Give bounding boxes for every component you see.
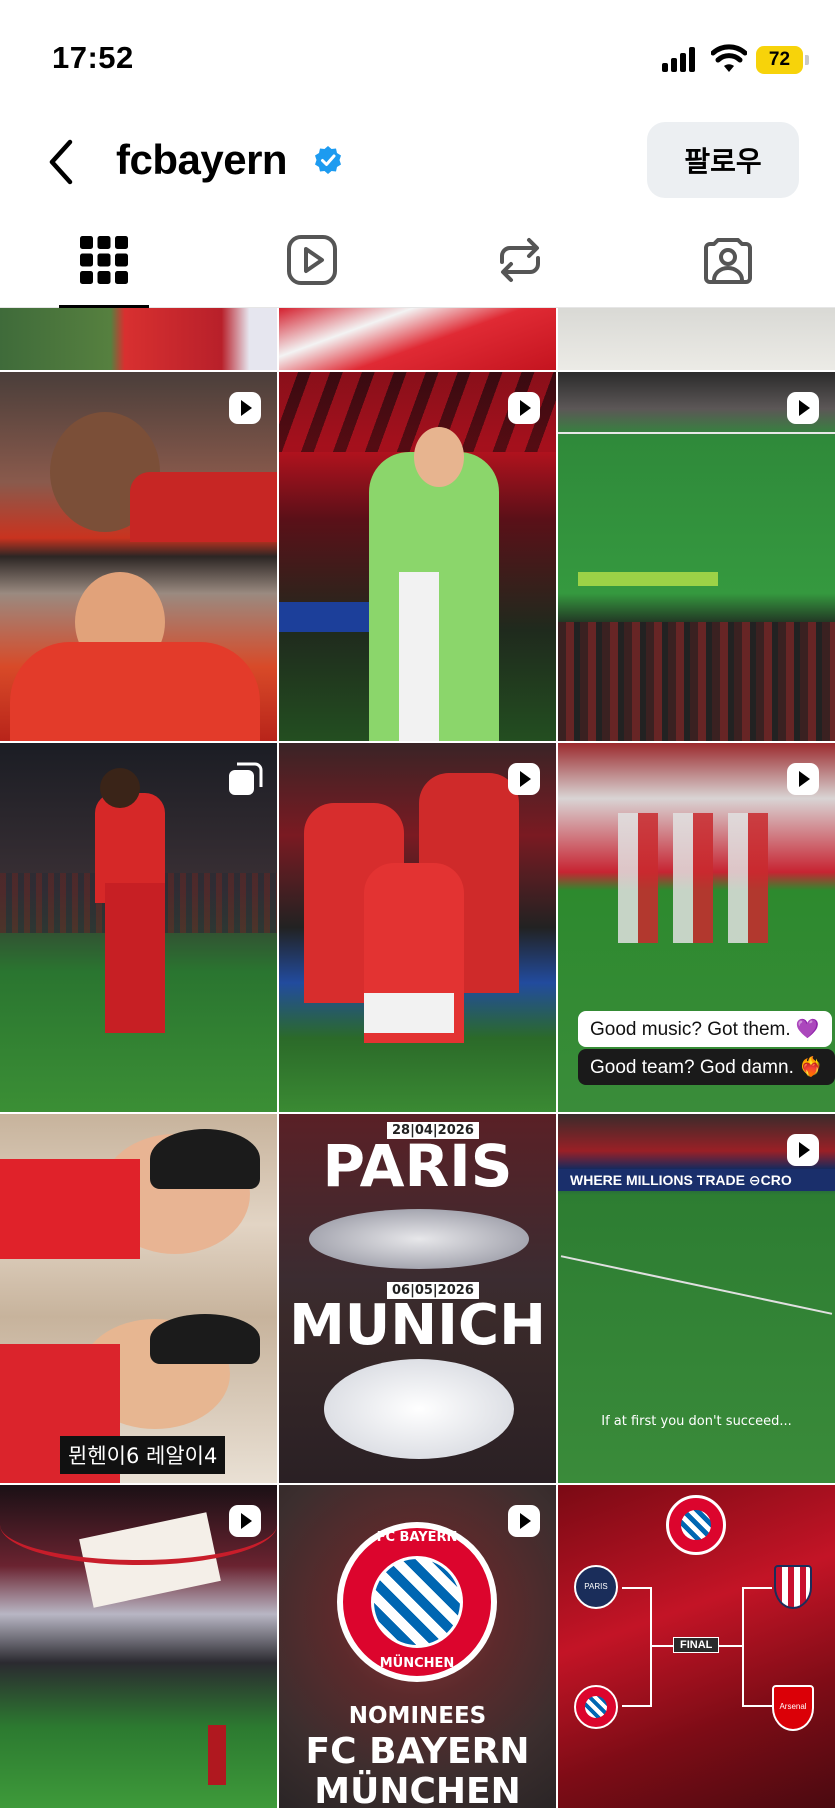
city-munich: MUNICH <box>289 1293 546 1358</box>
post-tile[interactable] <box>0 1485 277 1808</box>
post-tile[interactable]: WHERE MILLIONS TRADE ⊖CRO If at first yo… <box>558 1114 835 1483</box>
nominee-name-line-2: MÜNCHEN <box>314 1771 521 1808</box>
battery-icon: 72 <box>756 46 809 74</box>
posts-grid: Good music? Got them. 💜 Good team? God d… <box>0 308 835 1808</box>
crest-text-bottom: MÜNCHEN <box>379 1656 455 1671</box>
fc-bayern-crest: FC BAYERN MÜNCHEN <box>337 1522 497 1682</box>
post-tile[interactable] <box>279 743 556 1112</box>
korean-caption: 뮌헨이6 레알이4 <box>60 1436 226 1474</box>
reel-play-icon <box>508 1505 540 1537</box>
post-tile[interactable]: 뮌헨이6 레알이4 <box>0 1114 277 1483</box>
status-time: 17:52 <box>52 40 134 75</box>
verified-badge-icon <box>315 146 341 174</box>
post-tile[interactable] <box>279 372 556 741</box>
back-button[interactable] <box>40 134 84 190</box>
crest-atletico <box>774 1565 812 1609</box>
reel-play-icon <box>787 763 819 795</box>
video-caption: If at first you don't succeed... <box>601 1414 792 1429</box>
wifi-icon <box>711 44 747 72</box>
battery-level: 72 <box>768 49 791 70</box>
crest-bayern-small <box>574 1685 618 1729</box>
tab-reels[interactable] <box>208 212 416 308</box>
tagged-person-icon <box>704 238 752 284</box>
crest-arsenal: Arsenal <box>772 1685 814 1731</box>
tab-posts[interactable] <box>0 212 208 309</box>
carousel-icon <box>229 762 263 795</box>
city-paris: PARIS <box>322 1132 513 1200</box>
crest-top <box>666 1495 726 1555</box>
cellular-signal-icon <box>662 46 700 72</box>
profile-username[interactable]: fcbayern <box>116 136 288 184</box>
post-tile[interactable]: FC BAYERN MÜNCHEN NOMINEES FC BAYERN MÜN… <box>279 1485 556 1808</box>
post-tile[interactable] <box>0 372 277 741</box>
post-tile[interactable]: 28|04|2026 PARIS 06|05|2026 MUNICH <box>279 1114 556 1483</box>
tab-reposts[interactable] <box>416 212 624 308</box>
chevron-left-icon <box>49 139 73 185</box>
post-tile-partial[interactable] <box>279 308 556 370</box>
advertising-board: WHERE MILLIONS TRADE ⊖CRO <box>558 1169 835 1191</box>
reel-play-icon <box>229 392 261 424</box>
post-tile-partial[interactable] <box>0 308 277 370</box>
follow-button[interactable]: 팔로우 <box>647 122 799 198</box>
post-tile[interactable]: PARIS Arsenal FINAL <box>558 1485 835 1808</box>
profile-tabs <box>0 212 835 309</box>
caption-bubble-1: Good music? Got them. 💜 <box>578 1011 832 1047</box>
nominees-label: NOMINEES <box>348 1703 487 1729</box>
grid-icon <box>80 236 128 284</box>
profile-header: fcbayern 팔로우 <box>0 112 835 212</box>
reel-play-icon <box>787 1134 819 1166</box>
reel-play-icon <box>229 1505 261 1537</box>
nominee-name-line-1: FC BAYERN <box>305 1731 530 1772</box>
reel-play-icon <box>508 763 540 795</box>
reel-play-icon <box>508 392 540 424</box>
crest-text-top: FC BAYERN <box>376 1530 458 1545</box>
reel-play-icon <box>787 392 819 424</box>
repost-icon <box>500 238 540 282</box>
post-tile[interactable] <box>0 743 277 1112</box>
post-tile-partial[interactable] <box>558 308 835 370</box>
post-tile[interactable]: Good music? Got them. 💜 Good team? God d… <box>558 743 835 1112</box>
status-bar: 17:52 72 <box>0 0 835 112</box>
post-tile[interactable] <box>558 372 835 741</box>
crest-psg: PARIS <box>574 1565 618 1609</box>
reels-icon <box>287 235 337 285</box>
final-label: FINAL <box>673 1637 720 1653</box>
tab-tagged[interactable] <box>624 212 832 308</box>
caption-bubble-2: Good team? God damn. ❤️‍🔥 <box>578 1049 835 1085</box>
